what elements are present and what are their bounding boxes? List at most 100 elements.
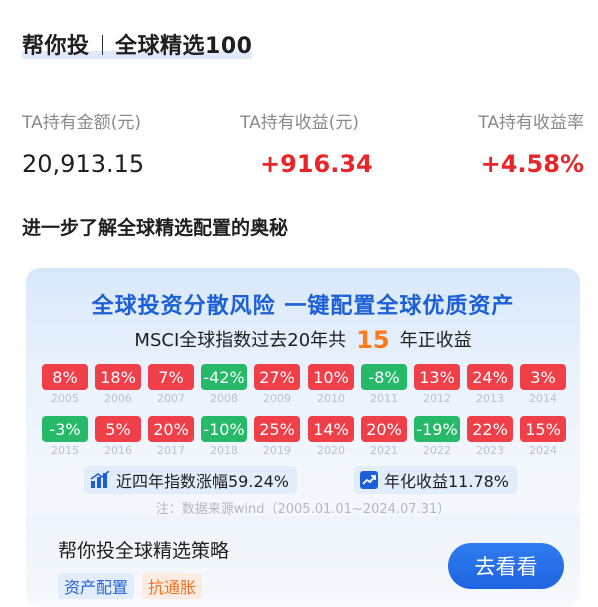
tag-asset-allocation: 资产配置 xyxy=(58,573,135,599)
banner-headline: 全球投资分散风险 一键配置全球优质资产 xyxy=(91,294,515,319)
return-year: 2013 xyxy=(476,392,504,405)
return-year: 2021 xyxy=(370,444,398,457)
title-prefix: 帮你投 xyxy=(22,34,90,59)
return-year: 2018 xyxy=(210,444,238,457)
return-year: 2012 xyxy=(423,392,451,405)
section-subtitle: 进一步了解全球精选配置的奥秘 xyxy=(22,217,289,239)
return-value: 20% xyxy=(361,416,407,442)
return-year: 2006 xyxy=(104,392,132,405)
return-value: 15% xyxy=(520,416,566,442)
trend-up-icon xyxy=(360,471,378,489)
return-year: 2014 xyxy=(529,392,557,405)
fund-card: 帮你投 全球精选100 TA持有金额(元) 20,913.15 TA持有收益(元)… xyxy=(0,0,598,607)
return-cell-2008: -42% 2008 xyxy=(201,364,247,405)
return-cell-2005: 8% 2005 xyxy=(42,364,88,405)
stat-holding-amount: TA持有金额(元) 20,913.15 xyxy=(22,108,144,178)
return-year: 2009 xyxy=(263,392,291,405)
return-cell-2016: 5% 2016 xyxy=(95,416,141,457)
strategy-tags: 资产配置 抗通胀 xyxy=(58,573,203,599)
returns-row: -3% 2015 5% 2016 20% 2017 -10% 2018 25% 2019 14% 20… xyxy=(42,416,566,468)
stat-holding-profit: TA持有收益(元) +916.34 xyxy=(240,108,373,178)
title-divider xyxy=(101,35,104,55)
return-value: -3% xyxy=(42,416,88,442)
annual-return-badge-text: 年化收益11.78% xyxy=(384,472,510,491)
return-value: 20% xyxy=(148,416,194,442)
strategy-title: 帮你投全球精选策略 xyxy=(58,540,230,562)
return-year: 2015 xyxy=(51,444,79,457)
return-value: 18% xyxy=(95,364,141,390)
return-cell-2006: 18% 2006 xyxy=(95,364,141,405)
return-value: 5% xyxy=(95,416,141,442)
growth-badge-text: 近四年指数涨幅59.24% xyxy=(116,472,290,491)
banner-subline: MSCI全球指数过去20年共 15 年正收益 xyxy=(26,326,580,354)
stats-badges: 近四年指数涨幅59.24% 年化收益11.78% xyxy=(26,466,580,494)
stat-value: +916.34 xyxy=(260,150,373,178)
banner-sub-after: 年正收益 xyxy=(399,330,472,351)
return-year: 2010 xyxy=(317,392,345,405)
growth-badge: 近四年指数涨幅59.24% xyxy=(84,466,298,494)
returns-row: 8% 2005 18% 2006 7% 2007 -42% 2008 27% 2009 10% 201… xyxy=(42,364,566,416)
return-value: 10% xyxy=(308,364,354,390)
stat-label: TA持有收益(元) xyxy=(240,113,359,133)
positive-years-count: 15 xyxy=(356,326,390,354)
return-year: 2016 xyxy=(104,444,132,457)
page-title: 帮你投 全球精选100 xyxy=(22,26,253,62)
return-year: 2005 xyxy=(51,392,79,405)
return-value: 14% xyxy=(308,416,354,442)
return-value: 3% xyxy=(520,364,566,390)
return-cell-2020: 14% 2020 xyxy=(308,416,354,457)
return-cell-2019: 25% 2019 xyxy=(254,416,300,457)
view-button[interactable]: 去看看 xyxy=(448,543,564,589)
return-value: -42% xyxy=(201,364,247,390)
return-value: -10% xyxy=(201,416,247,442)
title-product: 全球精选100 xyxy=(115,34,253,59)
return-value: 7% xyxy=(148,364,194,390)
return-value: 8% xyxy=(42,364,88,390)
stat-value: 20,913.15 xyxy=(22,150,145,178)
return-value: -19% xyxy=(414,416,460,442)
return-year: 2007 xyxy=(157,392,185,405)
return-value: -8% xyxy=(361,364,407,390)
return-value: 24% xyxy=(467,364,513,390)
stat-label: TA持有收益率 xyxy=(478,113,584,133)
return-cell-2009: 27% 2009 xyxy=(254,364,300,405)
bar-chart-icon xyxy=(90,471,110,488)
return-cell-2021: 20% 2021 xyxy=(361,416,407,457)
annual-return-badge: 年化收益11.78% xyxy=(354,466,518,494)
return-year: 2008 xyxy=(210,392,238,405)
stat-value: +4.58% xyxy=(480,150,584,178)
return-year: 2023 xyxy=(476,444,504,457)
return-value: 13% xyxy=(414,364,460,390)
promo-banner[interactable]: 全球投资分散风险 一键配置全球优质资产 MSCI全球指数过去20年共 15 年正收益… xyxy=(26,268,580,607)
page-title-text: 帮你投 全球精选100 xyxy=(22,28,253,60)
return-cell-2012: 13% 2012 xyxy=(414,364,460,405)
return-year: 2019 xyxy=(263,444,291,457)
return-cell-2010: 10% 2010 xyxy=(308,364,354,405)
return-cell-2015: -3% 2015 xyxy=(42,416,88,457)
data-source-note: 注：数据来源wind（2005.01.01~2024.07.31） xyxy=(155,502,451,517)
annual-returns-grid: 8% 2005 18% 2006 7% 2007 -42% 2008 27% 2009 10% 201… xyxy=(42,364,566,468)
return-cell-2014: 3% 2014 xyxy=(520,364,566,405)
return-year: 2022 xyxy=(423,444,451,457)
return-cell-2018: -10% 2018 xyxy=(201,416,247,457)
stat-label: TA持有金额(元) xyxy=(22,113,141,133)
return-cell-2024: 15% 2024 xyxy=(520,416,566,457)
return-year: 2011 xyxy=(370,392,398,405)
return-year: 2020 xyxy=(317,444,345,457)
return-cell-2023: 22% 2023 xyxy=(467,416,513,457)
return-cell-2013: 24% 2013 xyxy=(467,364,513,405)
tag-anti-inflation: 抗通胀 xyxy=(142,573,203,599)
return-cell-2017: 20% 2017 xyxy=(148,416,194,457)
return-value: 22% xyxy=(467,416,513,442)
strategy-panel: 帮你投全球精选策略 资产配置 抗通胀 去看看 xyxy=(26,516,580,607)
holding-stats: TA持有金额(元) 20,913.15 TA持有收益(元) +916.34 TA… xyxy=(22,108,584,188)
stat-holding-return-rate: TA持有收益率 +4.58% xyxy=(478,108,584,178)
return-cell-2007: 7% 2007 xyxy=(148,364,194,405)
return-value: 25% xyxy=(254,416,300,442)
return-value: 27% xyxy=(254,364,300,390)
return-cell-2022: -19% 2022 xyxy=(414,416,460,457)
return-year: 2017 xyxy=(157,444,185,457)
return-cell-2011: -8% 2011 xyxy=(361,364,407,405)
banner-sub-before: MSCI全球指数过去20年共 xyxy=(134,330,347,351)
return-year: 2024 xyxy=(529,444,557,457)
